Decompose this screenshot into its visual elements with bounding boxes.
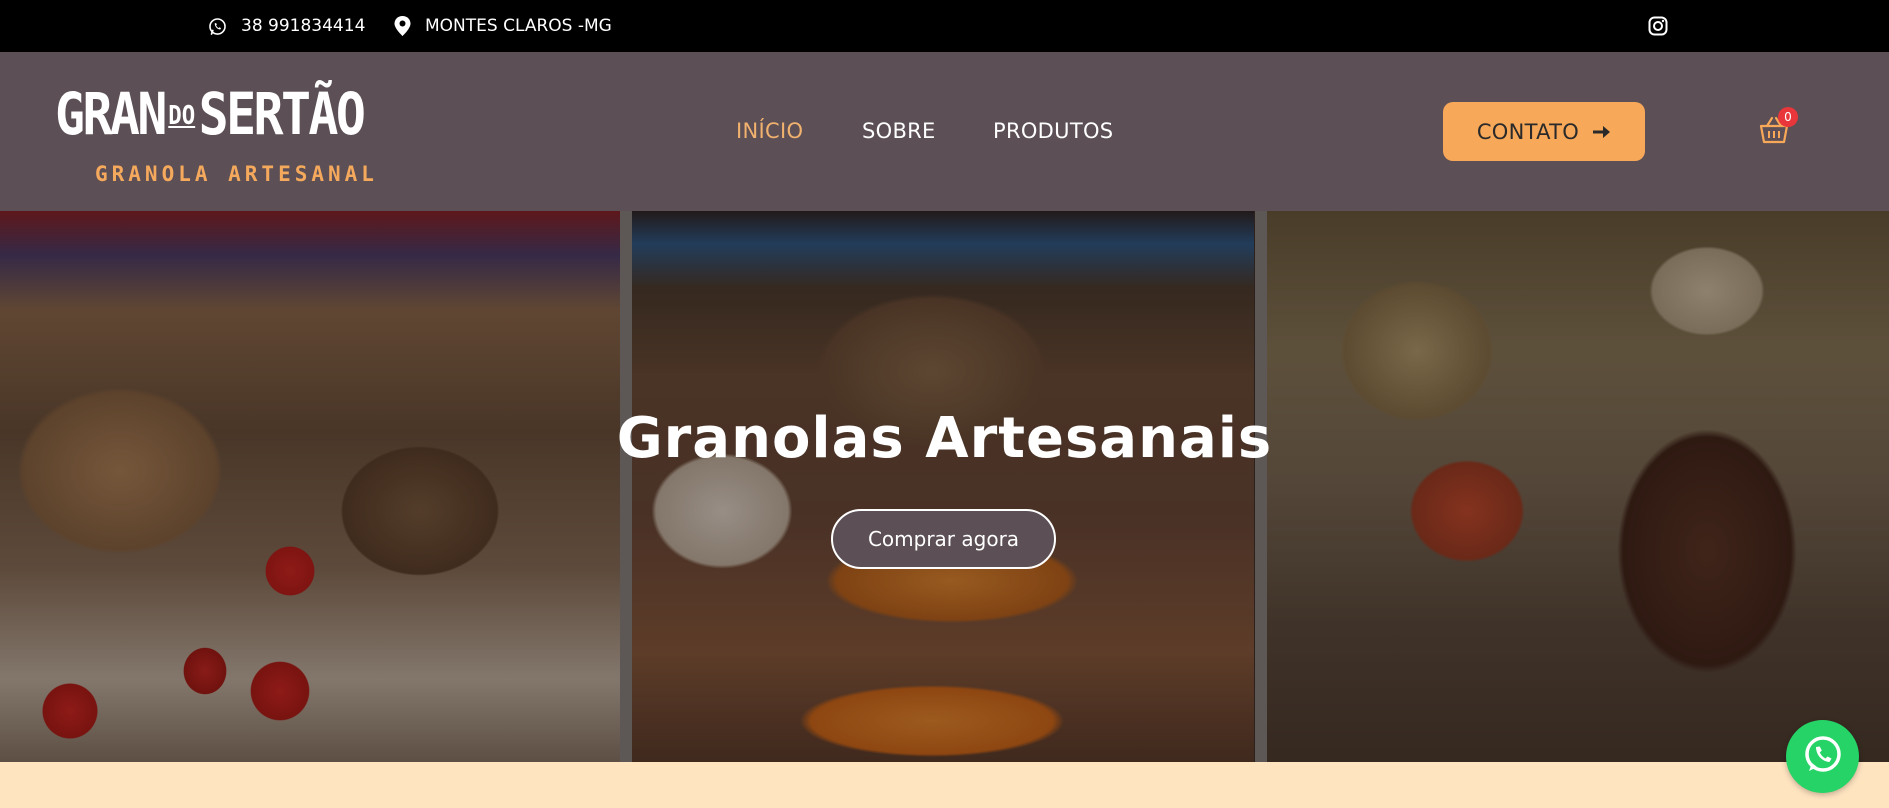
whatsapp-icon: [208, 17, 227, 36]
hero-banner: Granolas Artesanais Comprar agora: [0, 211, 1889, 762]
contact-button-label: CONTATO: [1476, 119, 1580, 144]
nav-item-sobre[interactable]: SOBRE: [862, 114, 936, 148]
hero-title: Granolas Artesanais: [616, 406, 1273, 471]
contact-button[interactable]: CONTATO: [1443, 102, 1645, 161]
map-pin-icon: [394, 16, 411, 36]
shop-now-button[interactable]: Comprar agora: [831, 509, 1056, 569]
top-bar: 38 991834414 MONTES CLAROS -MG: [0, 0, 1889, 52]
cart-count-badge: 0: [1778, 107, 1798, 127]
arrow-right-icon: [1593, 120, 1611, 144]
phone-number: 38 991834414: [241, 16, 366, 36]
instagram-link[interactable]: [1648, 0, 1668, 52]
brand-logo[interactable]: GRAN DOSERTÃO GRANOLA ARTESANAL: [55, 78, 374, 193]
logo-tagline: GRANOLA ARTESANAL: [95, 162, 378, 186]
hero-overlay: [0, 211, 1889, 762]
nav-item-inicio[interactable]: INÍCIO: [736, 114, 803, 148]
logo-wordmark: GRAN DOSERTÃO: [55, 80, 366, 148]
whatsapp-icon: [1801, 733, 1845, 781]
location-text: MONTES CLAROS -MG: [425, 16, 612, 36]
nav-item-produtos[interactable]: PRODUTOS: [993, 114, 1113, 148]
location-info: MONTES CLAROS -MG: [394, 0, 612, 52]
basket-icon: [1758, 116, 1790, 150]
whatsapp-float-button[interactable]: [1786, 720, 1859, 793]
next-section-band: [0, 762, 1889, 808]
phone-contact[interactable]: 38 991834414: [208, 0, 365, 52]
instagram-icon: [1648, 16, 1668, 36]
